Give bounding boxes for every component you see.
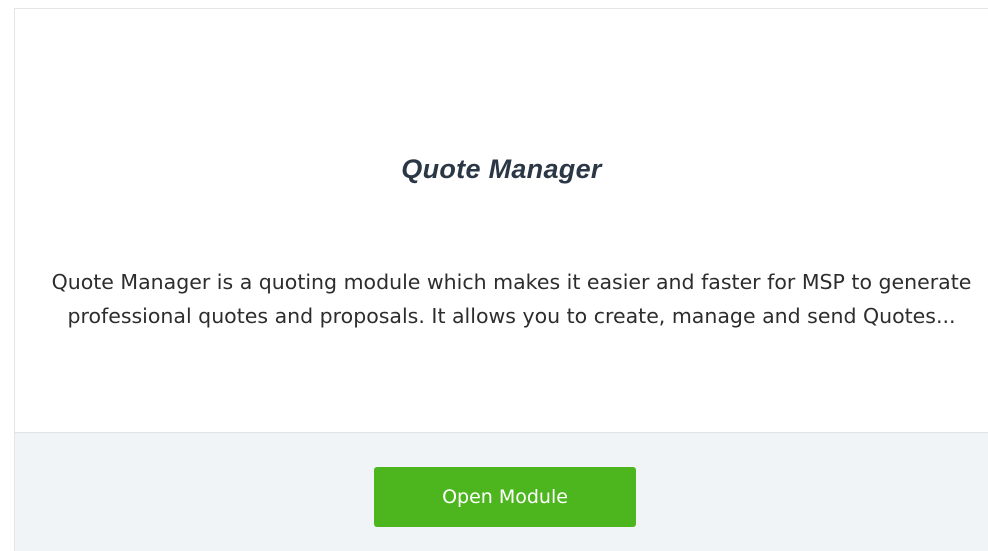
- module-description: Quote Manager is a quoting module which …: [51, 270, 972, 328]
- open-module-button[interactable]: Open Module: [374, 467, 636, 527]
- module-card-body: Quote Manager Quote Manager is a quoting…: [15, 9, 988, 432]
- page: Quote Manager Quote Manager is a quoting…: [0, 0, 988, 551]
- module-card: Quote Manager Quote Manager is a quoting…: [14, 8, 988, 551]
- logo-text: Quote Manager: [401, 154, 602, 184]
- quote-manager-logo: Quote Manager: [15, 152, 988, 186]
- module-card-footer: Open Module: [15, 432, 988, 551]
